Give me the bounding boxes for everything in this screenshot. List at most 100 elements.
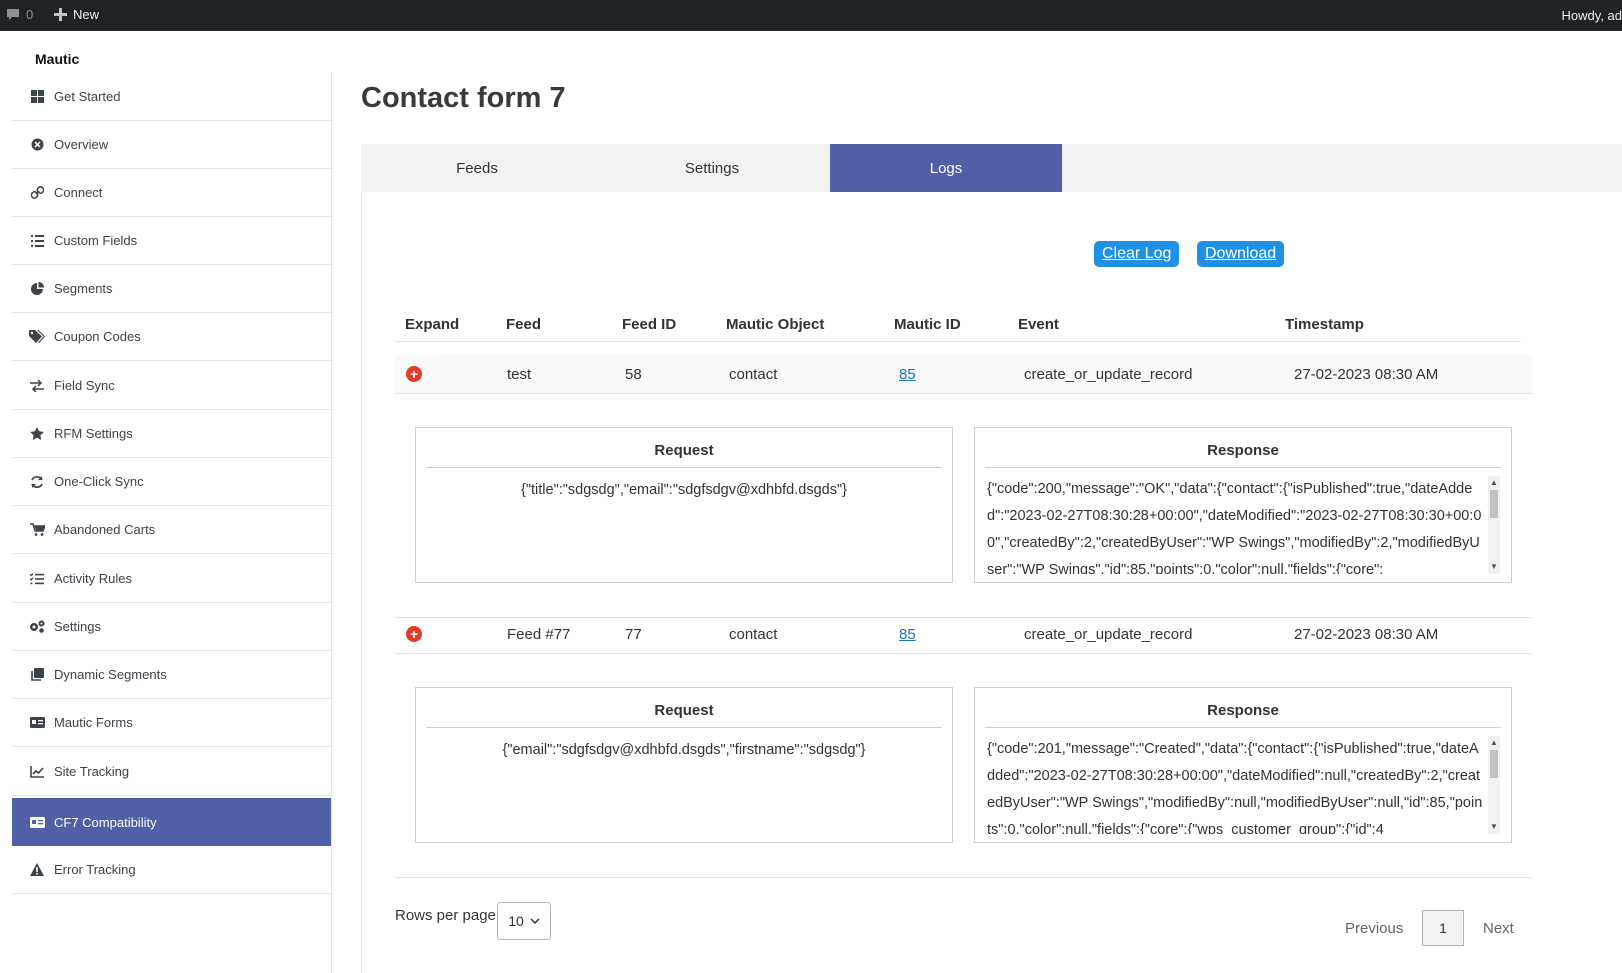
- expand-toggle-icon[interactable]: +: [406, 626, 422, 642]
- response-box: Response {"code":201,"message":"Created"…: [974, 687, 1512, 843]
- column-header-feed-id: Feed ID: [622, 316, 677, 333]
- request-box: Request {"title":"sdgsdg","email":"sdgfs…: [415, 427, 953, 583]
- tab-bar: Feeds Settings Logs: [361, 144, 1622, 192]
- refresh-icon: [29, 474, 45, 490]
- howdy-user[interactable]: Howdy, ad: [1562, 8, 1622, 23]
- link-icon: [29, 185, 45, 201]
- comment-icon: [7, 8, 19, 20]
- sidebar-item-label: Coupon Codes: [54, 329, 141, 344]
- sidebar-item-activity-rules[interactable]: Activity Rules: [12, 555, 331, 603]
- sidebar-item-label: CF7 Compatibility: [54, 814, 157, 830]
- sidebar-item-label: Mautic Forms: [54, 715, 133, 730]
- sidebar-item-label: Settings: [54, 619, 101, 634]
- sidebar-item-dynamic-segments[interactable]: Dynamic Segments: [12, 651, 331, 699]
- column-header-mautic-id: Mautic ID: [894, 316, 961, 333]
- cell-timestamp: 27-02-2023 08:30 AM: [1294, 625, 1439, 643]
- sidebar-item-settings[interactable]: Settings: [12, 603, 331, 651]
- column-header-feed: Feed: [506, 316, 542, 333]
- sidebar-item-segments[interactable]: Segments: [12, 265, 331, 313]
- sidebar-item-connect[interactable]: Connect: [12, 169, 331, 217]
- clear-log-button[interactable]: Clear Log: [1094, 241, 1180, 267]
- sidebar-item-rfm-settings[interactable]: RFM Settings: [12, 410, 331, 458]
- request-heading: Request: [426, 702, 942, 728]
- scroll-thumb[interactable]: [1490, 490, 1498, 518]
- pie-icon: [29, 281, 45, 297]
- sidebar-item-cf7-compatibility[interactable]: CF7 Compatibility: [12, 798, 331, 846]
- tab-logs[interactable]: Logs: [830, 144, 1062, 192]
- sidebar-item-error-tracking[interactable]: Error Tracking: [12, 846, 331, 894]
- tab-feeds[interactable]: Feeds: [361, 144, 593, 192]
- cell-feed-id: 77: [625, 625, 642, 643]
- scroll-down-icon[interactable]: ▼: [1488, 822, 1500, 832]
- sidebar-item-label: Site Tracking: [54, 764, 130, 779]
- admin-bar: 0 New Howdy, ad: [0, 0, 1622, 31]
- gears-icon: [29, 619, 45, 635]
- page-number-button[interactable]: 1: [1422, 910, 1464, 946]
- response-scrollbar[interactable]: ▲ ▼: [1488, 736, 1500, 834]
- scroll-up-icon[interactable]: ▲: [1488, 738, 1500, 748]
- cart-icon: [29, 522, 45, 538]
- sidebar-item-label: Error Tracking: [54, 862, 136, 877]
- sidebar-item-coupon-codes[interactable]: Coupon Codes: [12, 313, 331, 361]
- cell-mautic-id-link[interactable]: 85: [899, 355, 916, 393]
- new-label: New: [73, 7, 100, 22]
- sidebar-item-mautic-forms[interactable]: Mautic Forms: [12, 699, 331, 747]
- column-header-timestamp: Timestamp: [1285, 316, 1364, 333]
- cell-event: create_or_update_record: [1024, 365, 1193, 383]
- plus-icon: [54, 8, 67, 21]
- sidebar-item-abandoned-carts[interactable]: Abandoned Carts: [12, 506, 331, 554]
- expand-toggle-icon[interactable]: +: [406, 366, 422, 382]
- request-heading: Request: [426, 442, 942, 468]
- column-header-expand: Expand: [405, 316, 460, 333]
- scroll-thumb[interactable]: [1490, 750, 1498, 778]
- sidebar-item-label: RFM Settings: [54, 426, 133, 441]
- table-row: + test 58 contact 85 create_or_update_re…: [395, 355, 1532, 394]
- request-body: {"email":"sdgfsdgv@xdhbfd.dsgds","firstn…: [502, 742, 866, 758]
- sidebar-item-label: Abandoned Carts: [54, 522, 156, 537]
- sidebar-item-label: One-Click Sync: [54, 474, 144, 489]
- sidebar-item-label: Dynamic Segments: [54, 667, 167, 682]
- comments-link[interactable]: 0: [6, 7, 33, 22]
- download-button[interactable]: Download: [1197, 241, 1285, 267]
- sidebar-item-custom-fields[interactable]: Custom Fields: [12, 217, 331, 265]
- sidebar-item-label: Activity Rules: [54, 571, 133, 586]
- sidebar-item-one-click-sync[interactable]: One-Click Sync: [12, 458, 331, 506]
- rows-per-page-value: 10: [508, 913, 524, 929]
- response-body[interactable]: {"code":200,"message":"OK","data":{"cont…: [987, 476, 1485, 574]
- response-scrollbar[interactable]: ▲ ▼: [1488, 476, 1500, 574]
- checklist-icon: [29, 571, 45, 587]
- cell-timestamp: 27-02-2023 08:30 AM: [1294, 365, 1439, 383]
- plugin-brand: Mautic: [35, 51, 80, 67]
- sidebar-item-get-started[interactable]: Get Started: [12, 72, 331, 121]
- scroll-up-icon[interactable]: ▲: [1488, 478, 1500, 488]
- header-divider: [395, 341, 1521, 342]
- sidebar-item-label: Overview: [54, 137, 109, 152]
- response-body[interactable]: {"code":201,"message":"Created","data":{…: [987, 736, 1485, 834]
- previous-page-button[interactable]: Previous: [1345, 920, 1403, 937]
- scroll-down-icon[interactable]: ▼: [1488, 562, 1500, 572]
- chart-line-icon: [29, 764, 45, 780]
- chevron-down-icon: [530, 918, 540, 924]
- sidebar-item-label: Segments: [54, 281, 113, 296]
- sidebar-item-site-tracking[interactable]: Site Tracking: [12, 748, 331, 796]
- sidebar-item-overview[interactable]: Overview: [12, 121, 331, 169]
- rows-per-page-select[interactable]: 10: [497, 902, 551, 940]
- cell-feed: Feed #77: [507, 625, 571, 643]
- sidebar-item-field-sync[interactable]: Field Sync: [12, 362, 331, 410]
- grid-icon: [29, 88, 45, 104]
- id-card-icon: [29, 715, 45, 731]
- page-title: Contact form 7: [361, 82, 566, 114]
- tags-icon: [29, 329, 45, 345]
- cell-mautic-id-link[interactable]: 85: [899, 615, 916, 653]
- copy-icon: [29, 667, 45, 683]
- tab-settings[interactable]: Settings: [596, 144, 828, 192]
- list-icon: [29, 233, 45, 249]
- new-content-link[interactable]: New: [54, 7, 99, 22]
- sidebar-nav: Get Started Overview Connect Custom Fiel…: [12, 72, 332, 973]
- id-card-icon: [29, 814, 45, 830]
- sidebar-item-label: Field Sync: [54, 378, 115, 393]
- comments-count: 0: [26, 7, 34, 22]
- cell-event: create_or_update_record: [1024, 625, 1193, 643]
- next-page-button[interactable]: Next: [1483, 920, 1514, 937]
- response-heading: Response: [985, 702, 1501, 728]
